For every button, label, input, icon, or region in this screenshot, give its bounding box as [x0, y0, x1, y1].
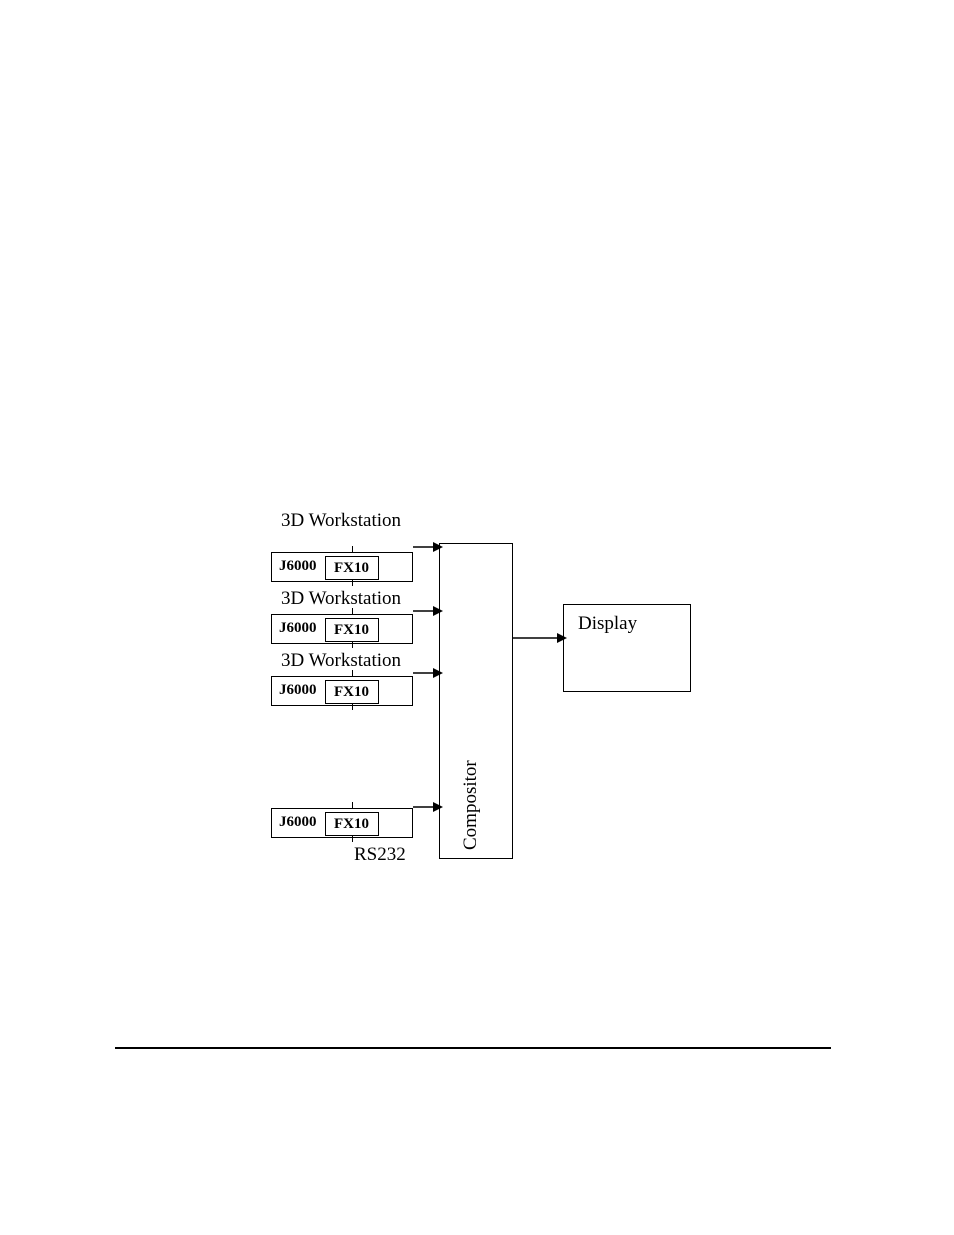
footer-rule [115, 1047, 831, 1049]
workstation-4-tick-bottom [352, 836, 353, 842]
arrow-ws1-to-compositor [413, 540, 443, 554]
workstation-3-host-label: J6000 [279, 682, 317, 699]
workstation-4-card-label: FX10 [334, 816, 369, 833]
workstation-2-host-label: J6000 [279, 620, 317, 637]
workstation-1-label: 3D Workstation [281, 510, 401, 532]
workstation-3-tick-bottom [352, 704, 353, 710]
workstation-3-card-label: FX10 [334, 684, 369, 701]
workstation-2-tick [352, 608, 353, 614]
workstation-4-host-label: J6000 [279, 814, 317, 831]
workstation-1-tick-bottom [352, 580, 353, 586]
workstation-2-label: 3D Workstation [281, 588, 401, 610]
arrow-ws2-to-compositor [413, 604, 443, 618]
workstation-1-tick [352, 546, 353, 552]
workstation-1-host-label: J6000 [279, 558, 317, 575]
workstation-3-tick [352, 670, 353, 676]
workstation-2-tick-bottom [352, 642, 353, 648]
arrow-ws3-to-compositor [413, 666, 443, 680]
workstation-4-tick [352, 802, 353, 808]
arrow-ws4-to-compositor [413, 800, 443, 814]
page: 3D Workstation J6000 FX10 3D Workstation… [0, 0, 954, 1235]
rs232-label: RS232 [354, 844, 406, 866]
workstation-3-label: 3D Workstation [281, 650, 401, 672]
workstation-2-card-label: FX10 [334, 622, 369, 639]
arrow-compositor-to-display [513, 631, 567, 645]
display-label: Display [578, 613, 637, 635]
compositor-label: Compositor [460, 760, 482, 850]
workstation-1-card-label: FX10 [334, 560, 369, 577]
